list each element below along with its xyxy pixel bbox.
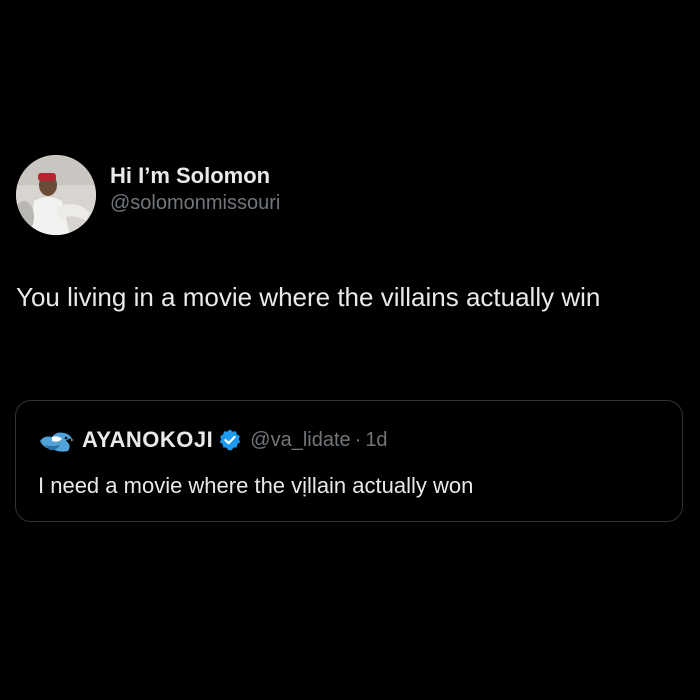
quote-display-name[interactable]: AYANOKOJI xyxy=(82,427,213,453)
author-meta: Hi I’m Solomon @solomonmissouri xyxy=(110,162,280,216)
avatar[interactable] xyxy=(16,155,96,235)
bird-emoji-icon xyxy=(40,432,74,452)
tweet-text: You living in a movie where the villains… xyxy=(16,282,601,312)
quote-header: AYANOKOJI @va_lidate · 1d xyxy=(38,423,388,457)
verified-badge-icon xyxy=(220,429,241,451)
avatar-image xyxy=(16,155,96,235)
quote-tweet-card[interactable]: AYANOKOJI @va_lidate · 1d I need a movie… xyxy=(15,400,683,522)
quote-text: I need a movie where the vịllain actuall… xyxy=(38,473,474,498)
handle[interactable]: @solomonmissouri xyxy=(110,190,280,216)
display-name[interactable]: Hi I’m Solomon xyxy=(110,162,280,190)
separator-dot: · xyxy=(354,428,362,451)
tweet: Hi I’m Solomon @solomonmissouri You livi… xyxy=(16,155,684,315)
quote-handle[interactable]: @va_lidate xyxy=(250,429,350,452)
quote-timestamp[interactable]: 1d xyxy=(365,429,387,452)
author-row: Hi I’m Solomon @solomonmissouri xyxy=(16,155,684,235)
